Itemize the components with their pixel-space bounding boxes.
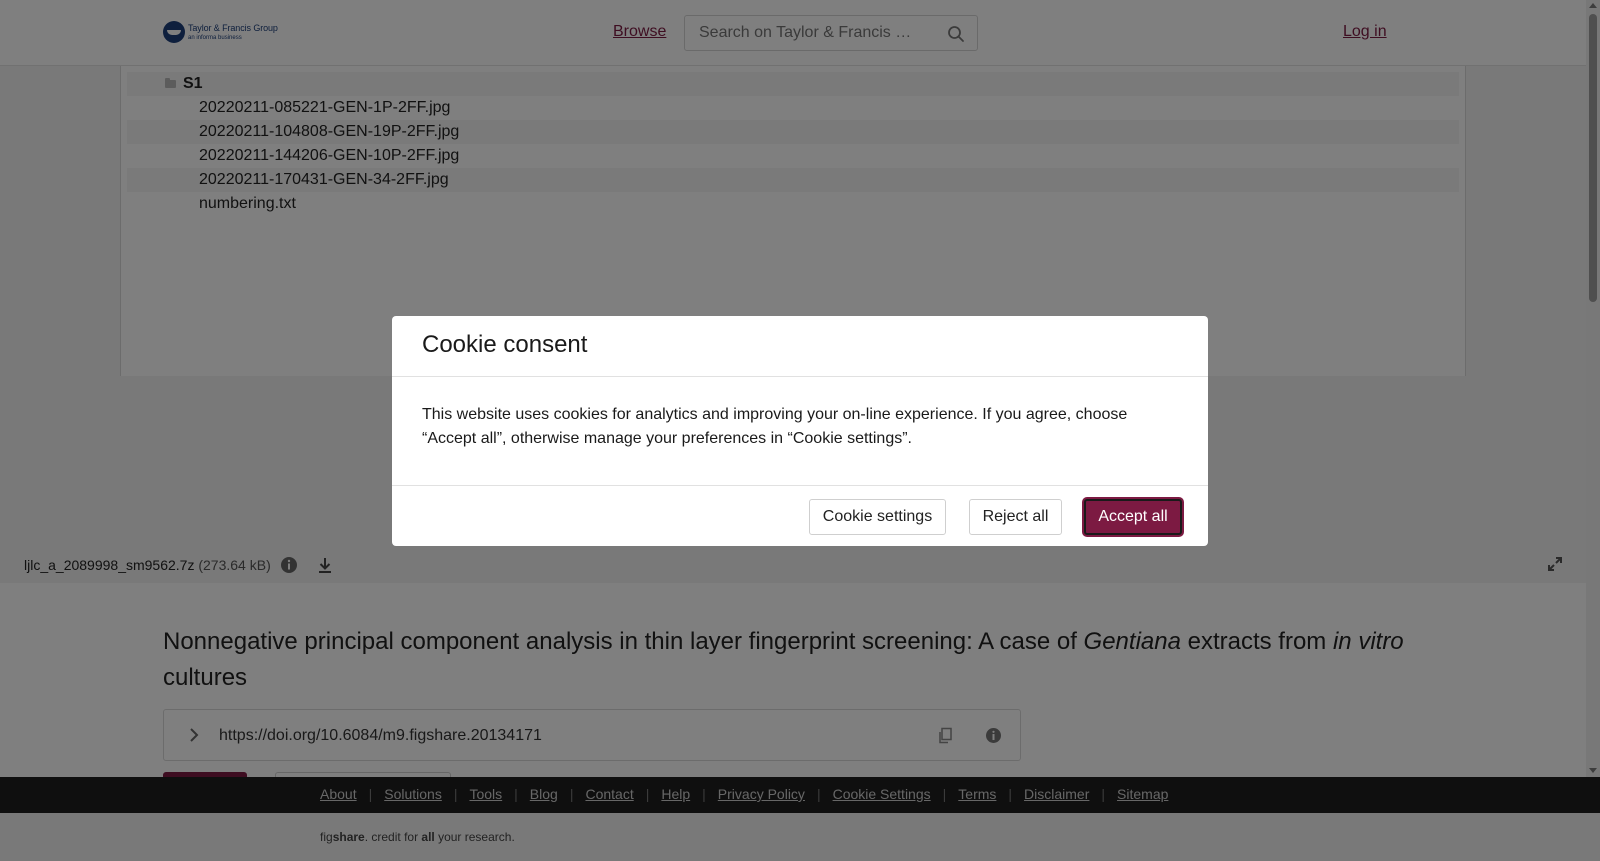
modal-footer: Cookie settings Reject all Accept all [392, 485, 1208, 546]
modal-header: Cookie consent [392, 316, 1208, 377]
reject-all-button[interactable]: Reject all [969, 499, 1062, 535]
modal-overlay: Cookie consent This website uses cookies… [0, 0, 1600, 861]
cookie-consent-dialog: Cookie consent This website uses cookies… [392, 316, 1208, 546]
modal-body-text: This website uses cookies for analytics … [422, 406, 1128, 447]
accept-all-button[interactable]: Accept all [1084, 499, 1182, 535]
cookie-settings-button[interactable]: Cookie settings [809, 499, 946, 535]
modal-title: Cookie consent [422, 331, 588, 358]
